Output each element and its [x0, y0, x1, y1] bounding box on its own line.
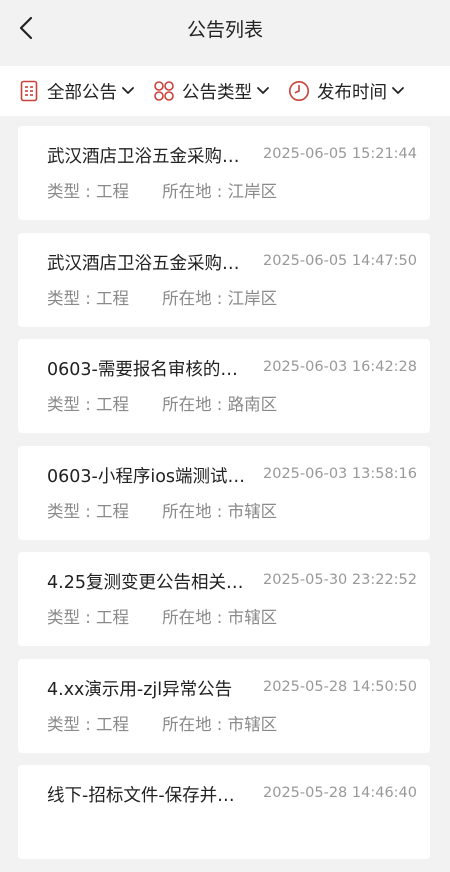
notice-card[interactable]: 0603-小程序ios端测试… 2025-06-03 13:58:16 类型 :…: [18, 445, 430, 540]
notice-card[interactable]: 4.xx演示用-zjl异常公告 2025-05-28 14:50:50 类型 :…: [18, 658, 430, 753]
notice-title: 线下-招标文件-保存并…: [47, 786, 235, 806]
filter-publish-time-label: 发布时间: [317, 82, 387, 103]
notice-type: 类型 : 工程: [47, 288, 130, 308]
notice-type: 类型 : 工程: [47, 501, 130, 521]
filter-notice-type[interactable]: 公告类型: [153, 66, 270, 116]
notice-location: 所在地 : 市辖区: [162, 608, 278, 627]
notice-time: 2025-06-03 13:58:16: [263, 465, 417, 482]
chevron-down-icon: [121, 84, 135, 98]
page-title: 公告列表: [186, 18, 263, 41]
header-bar: 公告列表: [0, 0, 450, 56]
document-list-icon: [18, 80, 40, 102]
clock-icon: [288, 80, 310, 102]
notice-time: 2025-06-03 16:42:28: [263, 359, 417, 375]
filter-all-notices-label: 全部公告: [47, 82, 117, 103]
back-arrow-icon: [19, 16, 33, 40]
notice-location: 所在地 : 路南区: [162, 395, 278, 414]
notice-location: 所在地 : 市辖区: [162, 714, 278, 734]
notice-meta: 类型 : 工程 所在地 : 市辖区: [47, 498, 277, 522]
notice-title: 4.25复测变更公告相关…: [47, 573, 244, 593]
filter-bar: 全部公告 公告类型 发布时间: [0, 66, 450, 116]
notice-title: 0603-需要报名审核的…: [47, 360, 238, 380]
notice-type: 类型 : 工程: [47, 608, 130, 627]
filter-publish-time[interactable]: 发布时间: [288, 66, 405, 116]
grid-category-icon: [153, 80, 175, 102]
notice-meta: 类型 : 工程 所在地 : 市辖区: [47, 604, 277, 628]
chevron-down-icon: [256, 84, 270, 98]
notice-list: 武汉酒店卫浴五金采购… 2025-06-05 15:21:44 类型 : 工程 …: [18, 126, 430, 872]
notice-time: 2025-05-28 14:50:50: [263, 678, 417, 695]
notice-type: 类型 : 工程: [47, 714, 130, 734]
notice-location: 所在地 : 江岸区: [162, 288, 278, 308]
notice-card[interactable]: 4.25复测变更公告相关… 2025-05-30 23:22:52 类型 : 工…: [18, 552, 430, 646]
notice-title: 4.xx演示用-zjl异常公告: [47, 679, 233, 700]
notice-type: 类型 : 工程: [47, 182, 130, 201]
notice-title: 武汉酒店卫浴五金采购…: [47, 253, 240, 274]
notice-meta: 类型 : 工程 所在地 : 路南区: [47, 391, 277, 415]
filter-notice-type-label: 公告类型: [182, 82, 252, 103]
notice-title: 武汉酒店卫浴五金采购…: [47, 147, 240, 167]
notice-card[interactable]: 武汉酒店卫浴五金采购… 2025-06-05 14:47:50 类型 : 工程 …: [18, 232, 430, 327]
notice-card[interactable]: 线下-招标文件-保存并… 2025-05-28 14:46:40: [18, 765, 430, 859]
notice-time: 2025-06-05 15:21:44: [263, 146, 417, 162]
notice-time: 2025-05-30 23:22:52: [263, 572, 417, 588]
notice-time: 2025-05-28 14:46:40: [263, 785, 417, 801]
back-button[interactable]: [14, 16, 38, 40]
chevron-down-icon: [391, 84, 405, 98]
notice-meta: 类型 : 工程 所在地 : 市辖区: [47, 711, 277, 735]
filter-all-notices[interactable]: 全部公告: [18, 66, 135, 116]
notice-time: 2025-06-05 14:47:50: [263, 252, 417, 269]
notice-type: 类型 : 工程: [47, 395, 130, 414]
notice-card[interactable]: 武汉酒店卫浴五金采购… 2025-06-05 15:21:44 类型 : 工程 …: [18, 126, 430, 220]
notice-meta: 类型 : 工程 所在地 : 江岸区: [47, 178, 277, 202]
notice-meta: 类型 : 工程 所在地 : 江岸区: [47, 285, 277, 309]
notice-location: 所在地 : 市辖区: [162, 501, 278, 521]
notice-title: 0603-小程序ios端测试…: [47, 466, 246, 487]
notice-location: 所在地 : 江岸区: [162, 182, 278, 201]
notice-card[interactable]: 0603-需要报名审核的… 2025-06-03 16:42:28 类型 : 工…: [18, 339, 430, 433]
